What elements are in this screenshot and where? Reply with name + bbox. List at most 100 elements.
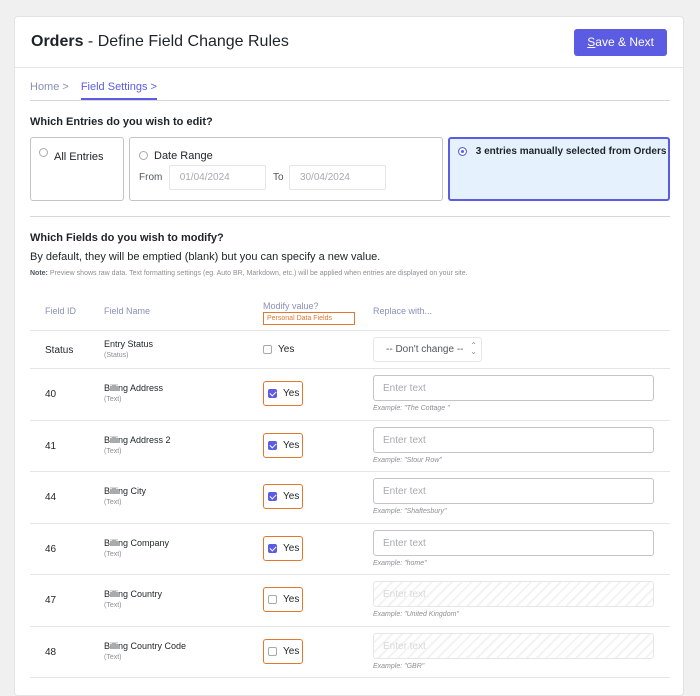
field-name: Billing Address (Text) [104,383,163,403]
field-id: Status [45,345,74,356]
fields-note: Note: Preview shows raw data. Text forma… [30,270,468,277]
field-type: (Text) [104,550,122,558]
field-name: Billing City (Text) [104,486,146,506]
table-row: 48 Billing Country Code (Text) Yes Enter tex… [30,627,670,678]
fields-description: By default, they will be emptied (blank)… [30,251,381,263]
field-type: (Text) [104,499,122,506]
field-id: 48 [45,646,57,658]
field-id: 44 [45,492,57,503]
replace-text-input: Enter text [373,581,654,607]
select-arrows-icon: ⌃ ⌄ [470,341,477,356]
main-panel: Orders - Define Field Change Rules Save … [14,16,684,696]
example-value: Example: "home" [373,559,427,567]
save-accesskey: S [587,35,596,49]
title-text: - Define Field Change Rules [83,33,289,50]
example-value: Example: "Shaftesbury" [373,508,447,515]
field-name-label: Billing Address [104,383,164,393]
field-name-label: Billing City [104,486,147,496]
modify-checkbox[interactable] [268,389,277,398]
col-modify-value: Modify value? [263,301,319,311]
to-date-input[interactable]: 30/04/2024 [288,165,386,190]
table-row: 41 Billing Address 2 (Text) Yes Enter text Ex… [30,421,670,472]
example-value: Example: "GBR" [373,662,425,670]
manual-selection-label: 3 entries manually selected from [475,146,634,157]
modify-label: Yes [283,594,300,605]
modify-toggle[interactable]: Yes [263,484,303,509]
personal-data-badge: Personal Data Fields [263,312,355,325]
example-value: Example: "Stour Row" [373,456,442,464]
save-next-button[interactable]: Save & Next [574,28,667,56]
modify-toggle[interactable]: Yes [263,638,303,664]
col-replace-with: Replace with... [373,306,433,316]
page-title: Orders - Define Field Change Rules [31,33,289,51]
modify-checkbox[interactable] [268,646,277,656]
modify-toggle[interactable]: Yes [263,535,303,561]
table-row-status: Status Entry Status (Status) Yes -- Don't… [30,331,670,369]
manual-selection-option[interactable]: 3 entries manually selected from Orders [448,137,670,201]
table-row: 46 Billing Company (Text) Yes Enter text Exam… [30,524,670,575]
modify-toggle[interactable]: Yes [263,381,303,406]
replace-text-input: Enter text [373,632,654,659]
modify-checkbox[interactable] [263,345,272,354]
field-type: (Status) [104,352,129,359]
replace-text-input[interactable]: Enter text [373,529,654,556]
modify-checkbox[interactable] [268,492,277,501]
to-label: To [273,172,284,183]
manual-selection-radio[interactable] [458,146,467,156]
field-type: (Text) [104,396,122,403]
modify-label: Yes [283,542,300,554]
field-type: (Text) [104,602,122,609]
field-name: Billing Country Code (Text) [104,641,186,661]
example-value: Example: "The Cottage " [373,405,450,412]
example-value: Example: "United Kingdom" [373,611,459,618]
from-date-input[interactable]: 01/04/2024 [168,165,266,190]
field-rows: 40 Billing Address (Text) Yes Enter text Exam… [30,369,670,678]
replace-text-input[interactable]: Enter text [373,478,654,504]
save-label: ave & Next [595,35,654,49]
date-range-radio[interactable] [139,151,148,161]
col-field-id: Field ID [45,306,77,316]
modify-label: Yes [278,344,295,355]
modify-toggle[interactable]: Yes [263,587,303,612]
modify-toggle[interactable]: Yes [263,344,294,355]
manual-selection-form: Orders [633,146,667,157]
modify-checkbox[interactable] [268,543,277,553]
modify-checkbox[interactable] [268,440,277,450]
section-divider [30,216,670,217]
replace-text-input[interactable]: Enter text [373,426,654,453]
table-row: 40 Billing Address (Text) Yes Enter text Exam… [30,369,670,421]
table-row: 44 Billing City (Text) Yes Enter text Example… [30,472,670,524]
col-field-name: Field Name [104,306,151,316]
page-header: Orders - Define Field Change Rules Save … [15,17,683,68]
status-select[interactable]: -- Don't change -- ⌃ ⌄ [373,337,482,362]
date-range-option[interactable]: Date Range From 01/04/2024 To 30/04/2024 [129,137,443,201]
table-row: 47 Billing Country (Text) Yes Enter text Exam… [30,575,670,627]
field-name: Billing Country (Text) [104,589,162,609]
modify-label: Yes [283,439,300,451]
note-label: Note: [30,270,48,277]
status-select-value: -- Don't change -- [386,344,464,355]
field-type: (Text) [104,447,122,455]
all-entries-label: All Entries [54,150,104,163]
modify-label: Yes [283,645,300,657]
fields-table: Field ID Field Name Modify value? Person… [30,291,670,678]
modify-checkbox[interactable] [268,595,277,604]
field-name-label: Entry Status [104,339,154,349]
breadcrumb-field-settings[interactable]: Field Settings > [80,81,157,100]
breadcrumb-home[interactable]: Home > [30,81,69,100]
modify-label: Yes [283,491,300,502]
field-name: Billing Address 2 (Text) [104,435,171,455]
field-id: 47 [45,595,57,606]
all-entries-radio[interactable] [39,148,48,158]
field-name-label: Billing Address 2 [104,434,171,445]
breadcrumb: Home > Field Settings > [30,81,670,101]
from-label: From [139,172,163,183]
all-entries-option[interactable]: All Entries [30,137,124,201]
modify-toggle[interactable]: Yes [263,432,303,458]
field-id: 40 [45,389,57,400]
field-name-label: Billing Company [104,537,170,548]
field-name: Entry Status (Status) [104,339,153,359]
replace-text-input[interactable]: Enter text [373,375,654,401]
field-id: 46 [45,543,57,555]
field-name-label: Billing Country Code [104,640,187,651]
